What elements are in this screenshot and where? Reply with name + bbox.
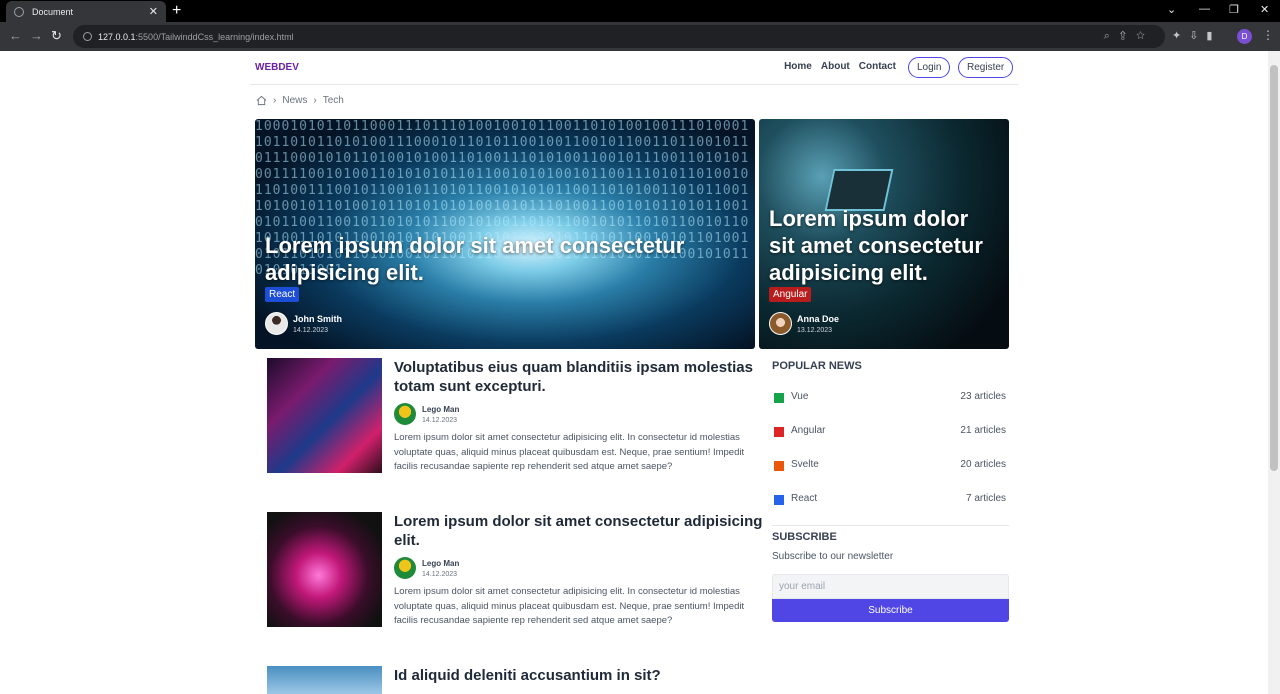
- minimize-icon[interactable]: —: [1199, 3, 1210, 15]
- browser-toolbar: ← → ↻ 127.0.0.1:5500/TailwinddCss_learni…: [0, 22, 1280, 51]
- hero-title[interactable]: Lorem ipsum dolor sit amet consectetur a…: [265, 232, 745, 286]
- email-input[interactable]: [772, 574, 1009, 599]
- nav-link-home[interactable]: Home: [784, 61, 812, 72]
- article-author: Lego Man 14.12.2023: [394, 403, 459, 425]
- category-count: 21 articles: [960, 425, 1006, 436]
- address-bar[interactable]: 127.0.0.1:5500/TailwinddCss_learning/ind…: [73, 25, 1165, 48]
- breadcrumb-tech[interactable]: Tech: [323, 95, 344, 106]
- article-title[interactable]: Lorem ipsum dolor sit amet consectetur a…: [394, 512, 764, 550]
- page-viewport: WEBDEV Home About Contact Login Register…: [0, 51, 1280, 694]
- category-color-icon: [774, 393, 784, 403]
- browser-tab[interactable]: Document ✕: [6, 1, 166, 22]
- chevron-right-icon: ›: [313, 95, 317, 106]
- new-tab-icon[interactable]: +: [172, 2, 181, 20]
- site-navbar: WEBDEV Home About Contact Login Register: [250, 51, 1018, 85]
- extensions-icon[interactable]: ✦⇩▮: [1172, 29, 1221, 42]
- hero-author: John Smith 14.12.2023: [265, 312, 342, 335]
- url-host: 127.0.0.1: [98, 31, 136, 42]
- article-excerpt: Lorem ipsum dolor sit amet consectetur a…: [394, 586, 745, 626]
- profile-avatar[interactable]: D: [1237, 29, 1252, 44]
- article-item: Id aliquid deleniti accusantium in sit?: [267, 666, 762, 694]
- menu-icon[interactable]: ⋮: [1262, 28, 1274, 42]
- category-name: Angular: [791, 425, 826, 436]
- hero-card-side[interactable]: Lorem ipsum dolor sit amet consectetur a…: [759, 119, 1009, 349]
- avatar: [769, 312, 792, 335]
- author-name: Lego Man: [422, 404, 460, 414]
- hero-tag[interactable]: Angular: [769, 287, 812, 302]
- category-name: Vue: [791, 391, 809, 402]
- subscribe-text: Subscribe to our newsletter: [772, 551, 894, 562]
- article-excerpt: Lorem ipsum dolor sit amet consectetur a…: [394, 432, 745, 472]
- category-color-icon: [774, 495, 784, 505]
- sidebar-divider: [772, 525, 1009, 526]
- back-icon[interactable]: ←: [9, 28, 22, 43]
- category-name: Svelte: [791, 459, 819, 470]
- category-color-icon: [774, 461, 784, 471]
- hero-card-main[interactable]: 1000101011011000111011101001001011001101…: [255, 119, 755, 349]
- breadcrumb-news[interactable]: News: [282, 95, 307, 106]
- laptop-thumbnail-image[interactable]: [267, 512, 382, 627]
- author-name: Anna Doe: [797, 313, 840, 324]
- close-window-icon[interactable]: ✕: [1260, 3, 1269, 16]
- nav-links: Home About Contact: [784, 61, 896, 72]
- category-count: 20 articles: [960, 459, 1006, 470]
- nav-link-about[interactable]: About: [821, 61, 850, 72]
- popular-news-heading: POPULAR NEWS: [772, 360, 862, 372]
- browser-tab-bar: Document ✕ + ⌄ — ❐ ✕: [0, 0, 1280, 22]
- post-date: 14.12.2023: [422, 416, 458, 424]
- subscribe-heading: SUBSCRIBE: [772, 531, 837, 543]
- tab-title: Document: [32, 6, 74, 17]
- category-count: 7 articles: [965, 493, 1006, 504]
- forward-icon[interactable]: →: [30, 28, 43, 43]
- restore-icon[interactable]: ❐: [1229, 3, 1239, 16]
- avatar: [265, 312, 288, 335]
- author-name: Lego Man: [422, 558, 460, 568]
- register-button[interactable]: Register: [958, 57, 1014, 78]
- avatar: [394, 557, 416, 579]
- hero-tag[interactable]: React: [265, 287, 300, 302]
- popular-item-svelte[interactable]: Svelte 20 articles: [772, 459, 1008, 473]
- reload-icon[interactable]: ↻: [51, 28, 62, 44]
- site-info-icon[interactable]: [83, 32, 92, 41]
- scrollbar[interactable]: [1268, 51, 1280, 694]
- avatar: [394, 403, 416, 425]
- subscribe-button[interactable]: Subscribe: [772, 599, 1009, 622]
- article-title[interactable]: Id aliquid deleniti accusantium in sit?: [394, 666, 764, 685]
- article-item: Lorem ipsum dolor sit amet consectetur a…: [267, 512, 762, 642]
- popular-item-vue[interactable]: Vue 23 articles: [772, 391, 1008, 405]
- post-date: 14.12.2023: [293, 326, 329, 334]
- code-thumbnail-image[interactable]: [267, 358, 382, 473]
- nav-link-contact[interactable]: Contact: [859, 61, 896, 72]
- login-button[interactable]: Login: [908, 57, 951, 78]
- url-path: :5500/TailwinddCss_learning/index.html: [135, 31, 294, 42]
- tab-search-icon[interactable]: ⌄: [1167, 3, 1176, 16]
- hero-author: Anna Doe 13.12.2023: [769, 312, 839, 335]
- scrollbar-thumb[interactable]: [1270, 65, 1278, 471]
- post-date: 14.12.2023: [422, 570, 458, 578]
- hero-title[interactable]: Lorem ipsum dolor sit amet consectetur a…: [769, 205, 999, 286]
- author-name: John Smith: [293, 313, 342, 324]
- article-title[interactable]: Voluptatibus eius quam blanditiis ipsam …: [394, 358, 764, 396]
- category-count: 23 articles: [960, 391, 1006, 402]
- popular-item-react[interactable]: React 7 articles: [772, 493, 1008, 507]
- article-item: Voluptatibus eius quam blanditiis ipsam …: [267, 358, 762, 488]
- popular-item-angular[interactable]: Angular 21 articles: [772, 425, 1008, 439]
- category-name: React: [791, 493, 818, 504]
- brand-logo[interactable]: WEBDEV: [255, 62, 299, 73]
- post-date: 13.12.2023: [797, 326, 833, 334]
- breadcrumb: › News › Tech: [256, 95, 344, 106]
- home-icon[interactable]: [256, 95, 267, 106]
- globe-icon: [14, 6, 24, 17]
- chevron-right-icon: ›: [273, 95, 277, 106]
- article-thumbnail-image[interactable]: [267, 666, 382, 694]
- article-author: Lego Man 14.12.2023: [394, 557, 459, 579]
- omnibox-actions-icon[interactable]: ⌕⇪☆: [1104, 30, 1155, 43]
- category-color-icon: [774, 427, 784, 437]
- close-tab-icon[interactable]: ✕: [149, 5, 158, 18]
